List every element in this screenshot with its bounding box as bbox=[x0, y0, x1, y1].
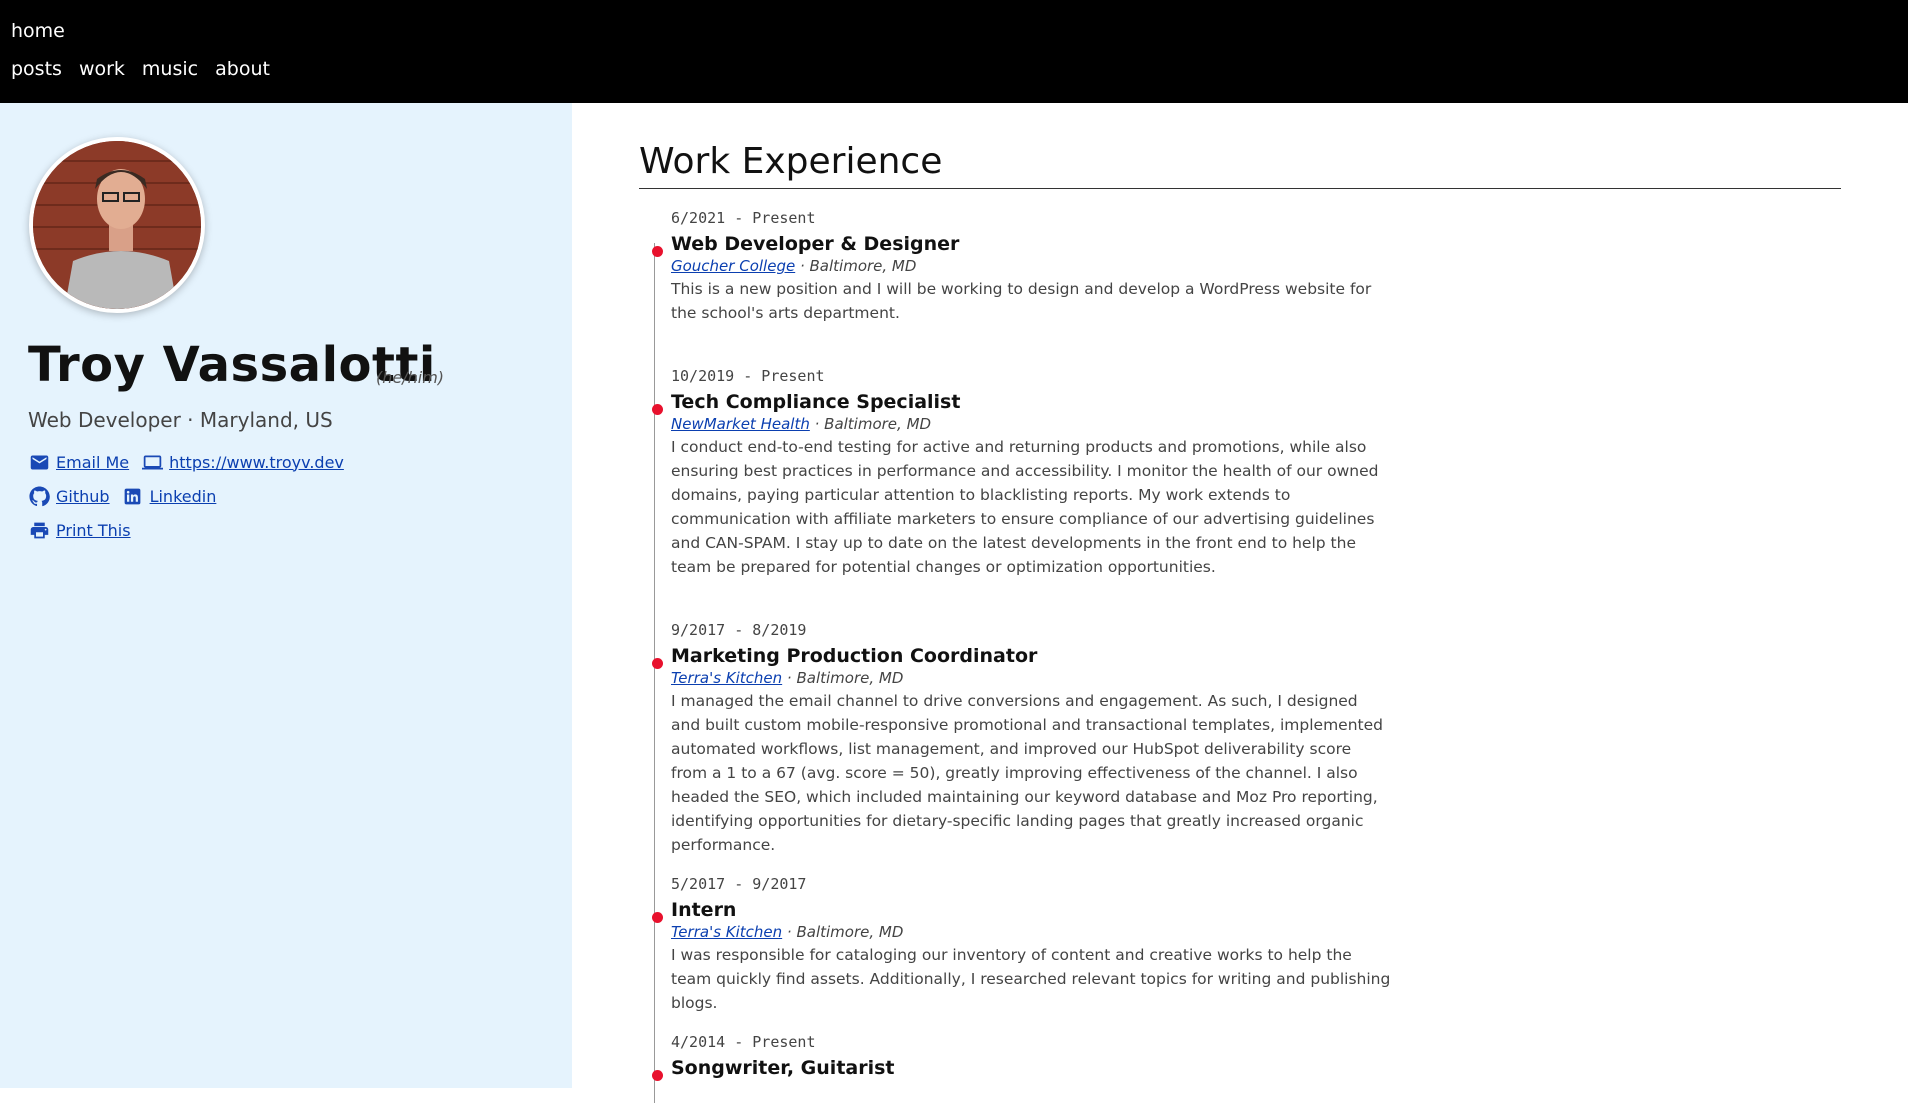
laptop-icon bbox=[141, 451, 163, 473]
title-divider bbox=[639, 188, 1841, 189]
job-location: · Baltimore, MD bbox=[782, 923, 904, 941]
contact-row-3: Print This bbox=[28, 519, 143, 541]
nav-link-work[interactable]: work bbox=[79, 58, 125, 80]
profile-sidebar: Troy Vassalotti (he/him) Web Developer ·… bbox=[0, 103, 572, 1088]
profile-tagline: Web Developer · Maryland, US bbox=[28, 408, 333, 432]
job-location: · Baltimore, MD bbox=[809, 415, 932, 433]
job-description: I was responsible for cataloging our inv… bbox=[671, 946, 1391, 1012]
job-dates: 10/2019 - Present bbox=[671, 367, 825, 385]
job-location: · Baltimore, MD bbox=[782, 669, 904, 687]
job-dates: 4/2014 - Present bbox=[671, 1033, 816, 1051]
company-link[interactable]: Terra's Kitchen bbox=[671, 669, 782, 687]
top-navigation: home posts work music about bbox=[0, 0, 1908, 103]
linkedin-link[interactable]: Linkedin bbox=[150, 487, 217, 506]
company-link[interactable]: NewMarket Health bbox=[671, 415, 810, 433]
job-title: Marketing Production Coordinator bbox=[671, 645, 1038, 667]
job-meta: Terra's Kitchen · Baltimore, MD bbox=[671, 669, 1391, 687]
github-icon bbox=[28, 485, 50, 507]
job-dates: 6/2021 - Present bbox=[671, 209, 816, 227]
timeline-dot bbox=[652, 404, 663, 415]
timeline-dot bbox=[652, 1070, 663, 1081]
job-description: This is a new position and I will be wor… bbox=[671, 280, 1372, 322]
job-description: I managed the email channel to drive con… bbox=[671, 692, 1383, 854]
job-entry: 4/2014 - Present Songwriter, Guitarist bbox=[652, 1033, 1391, 1081]
avatar bbox=[29, 137, 205, 313]
job-meta: Terra's Kitchen · Baltimore, MD bbox=[671, 923, 1391, 941]
timeline-line bbox=[654, 243, 655, 1103]
profile-pronouns: (he/him) bbox=[376, 368, 445, 387]
profile-name: Troy Vassalotti bbox=[28, 337, 436, 393]
website-link[interactable]: https://www.troyv.dev bbox=[169, 453, 344, 472]
contact-row-1: Email Me https://www.troyv.dev bbox=[28, 451, 356, 473]
timeline-dot bbox=[652, 658, 663, 669]
nav-link-music[interactable]: music bbox=[142, 58, 198, 80]
job-title: Intern bbox=[671, 899, 737, 921]
email-icon bbox=[28, 451, 50, 473]
job-title: Web Developer & Designer bbox=[671, 233, 960, 255]
job-dates: 9/2017 - 8/2019 bbox=[671, 621, 807, 639]
nav-link-about[interactable]: about bbox=[215, 58, 270, 80]
nav-link-posts[interactable]: posts bbox=[11, 58, 62, 80]
job-description: I conduct end-to-end testing for active … bbox=[671, 438, 1379, 576]
job-entry: 10/2019 - Present Tech Compliance Specia… bbox=[652, 367, 1391, 579]
github-link[interactable]: Github bbox=[56, 487, 110, 506]
company-link[interactable]: Terra's Kitchen bbox=[671, 923, 782, 941]
email-link[interactable]: Email Me bbox=[56, 453, 129, 472]
company-link[interactable]: Goucher College bbox=[671, 257, 795, 275]
main-content: Work Experience 6/2021 - Present Web Dev… bbox=[572, 103, 1908, 1103]
nav-home-link[interactable]: home bbox=[11, 20, 65, 42]
job-meta: NewMarket Health · Baltimore, MD bbox=[671, 415, 1391, 433]
avatar-photo bbox=[33, 141, 201, 309]
job-entry: 9/2017 - 8/2019 Marketing Production Coo… bbox=[652, 621, 1391, 857]
linkedin-icon bbox=[122, 485, 144, 507]
contact-row-2: Github Linkedin bbox=[28, 485, 228, 507]
job-location: · Baltimore, MD bbox=[795, 257, 917, 275]
timeline-dot bbox=[652, 912, 663, 923]
timeline-dot bbox=[652, 246, 663, 257]
printer-icon bbox=[28, 519, 50, 541]
job-title: Songwriter, Guitarist bbox=[671, 1057, 895, 1079]
nav-links: posts work music about bbox=[11, 58, 270, 80]
job-meta: Goucher College · Baltimore, MD bbox=[671, 257, 1391, 275]
job-title: Tech Compliance Specialist bbox=[671, 391, 961, 413]
job-dates: 5/2017 - 9/2017 bbox=[671, 875, 807, 893]
page-title: Work Experience bbox=[639, 141, 943, 182]
print-link[interactable]: Print This bbox=[56, 521, 131, 540]
job-entry: 5/2017 - 9/2017 Intern Terra's Kitchen ·… bbox=[652, 875, 1391, 1015]
job-entry: 6/2021 - Present Web Developer & Designe… bbox=[652, 209, 1391, 325]
